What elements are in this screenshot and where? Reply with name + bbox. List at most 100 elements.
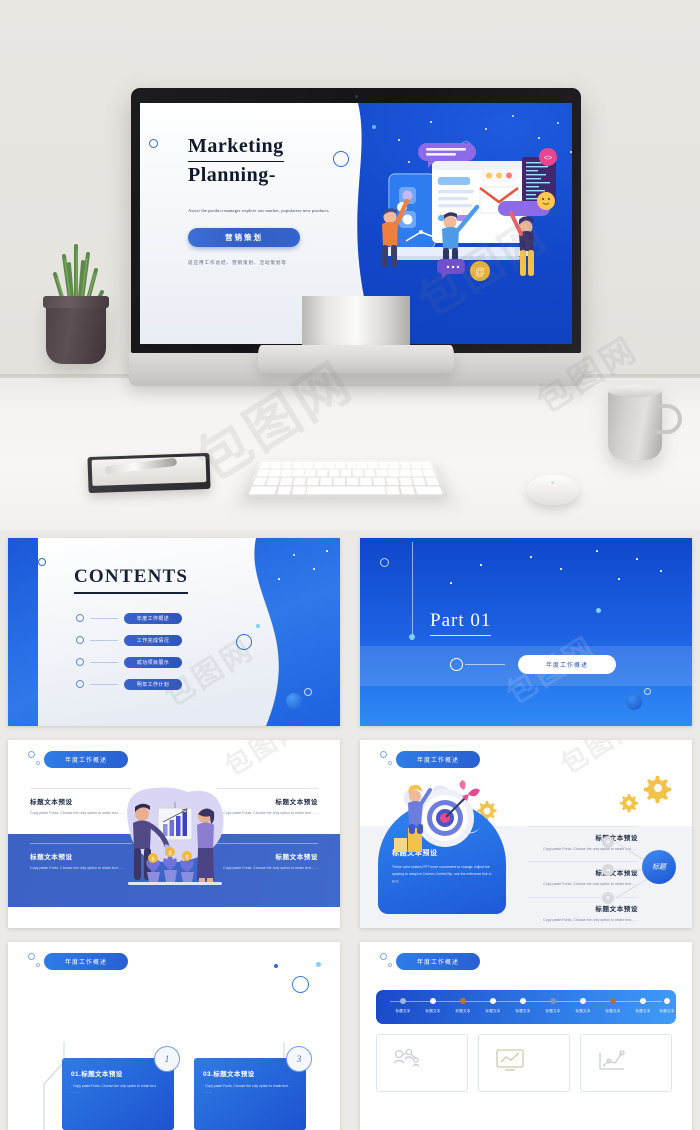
connector-line [90,683,118,685]
target-illustration [390,776,486,858]
timeline-label: 标题文本 [395,1009,411,1013]
card-2-badge: 3 [286,1046,312,1072]
slide-thumb-target[interactable]: 年度工作概述 标题文本预设 These color makes PPT more… [360,740,692,928]
contents-item[interactable]: 工作完成情况 [76,630,182,650]
part-pill-label[interactable]: 年度工作概述 [518,655,616,674]
timeline-point[interactable] [664,998,670,1004]
card-1[interactable]: 01.标题文本预设 · Copy paste Fonts. Choose the… [62,1058,174,1130]
timeline-point[interactable] [520,998,526,1004]
mouse[interactable] [527,475,579,505]
decor-dot [286,693,302,709]
timeline-label: 标题文本 [545,1009,561,1013]
connector-line [90,617,118,619]
hero-subtitle: Assist the product manager explore our m… [188,208,330,213]
contents-item-label: 年度工作概述 [124,612,182,624]
bullet-circle-icon [76,614,84,622]
timeline-bar: 标题文本 标题文本 标题文本 标题文本 标题文本 标题文本 标题文本 标题文本 … [376,990,676,1024]
hero-cta-button[interactable]: 营销策划 [188,228,300,248]
people-network-icon [393,1048,420,1067]
connector-line [90,639,118,641]
header-circle-icon [28,953,35,960]
divider [30,843,132,844]
divider [30,788,132,789]
section-header-pill[interactable]: 年度工作概述 [44,953,128,970]
part-connector [465,664,505,665]
part-circle-icon [450,658,463,671]
header-circle-small-icon [388,963,392,967]
blob-body: These color makes PPT more convenient to… [392,865,492,884]
decor-dot [256,624,260,628]
quad-block-bl: 标题文本预设 Copy paste Fonts. Choose the only… [30,843,132,871]
potted-plant [38,244,114,386]
timeline-label: 标题文本 [455,1009,471,1013]
timeline-point[interactable] [400,998,406,1004]
section-header-pill[interactable]: 年度工作概述 [396,751,480,768]
timeline-point[interactable] [550,998,556,1004]
quad-block-tl: 标题文本预设 Copy paste Fonts. Choose the only… [30,788,132,816]
part-vertical-line [412,542,413,638]
decor-ring-3 [333,151,349,167]
webcam-icon [354,95,358,98]
decor-ring [236,634,252,650]
timeline-point[interactable] [640,998,646,1004]
contents-title: CONTENTS [74,566,188,594]
decor-ring [644,688,651,695]
contents-item[interactable]: 年度工作概述 [76,608,182,628]
monitor-stand-neck [302,296,410,348]
hero-title-line2: Planning- [188,164,276,186]
block-body: Copy paste Fonts. Choose the only option… [223,811,318,815]
contents-list: 年度工作概述 工作完成情况 成功项目展示 明年工作计划 [76,608,182,696]
decor-ring [292,976,309,993]
slide-thumb-cards[interactable]: 年度工作概述 01.标题文本预设 · Copy paste Fonts. Cho… [8,942,340,1130]
info-box-2[interactable] [478,1034,570,1092]
keyboard[interactable] [243,459,449,498]
slide-thumb-part01[interactable]: Part 01 年度工作概述 包图网 [360,538,692,726]
card-2[interactable]: 03.标题文本预设 · Copy paste Fonts. Choose the… [194,1058,306,1130]
decor-dot [274,964,278,968]
header-circle-icon [380,953,387,960]
block-title: 标题文本预设 [275,854,318,861]
slide-thumb-timeline[interactable]: 年度工作概述 标题文本 标题文本 标题文本 标题文本 标题文本 标题文本 标题文… [360,942,692,1130]
watermark: 包图网 [219,740,310,782]
header-circle-small-icon [36,761,40,765]
decor-dot [316,962,321,967]
timeline-point[interactable] [610,998,616,1004]
timeline-point[interactable] [580,998,586,1004]
chart-screen-icon [496,1049,524,1071]
svg-text:$: $ [169,851,172,857]
contents-item[interactable]: 明年工作计划 [76,674,182,694]
card-body: · Copy paste Fonts. Choose the only opti… [71,1084,157,1095]
timeline-label: 标题文本 [659,1009,675,1013]
growth-graph-icon [599,1050,625,1070]
timeline-point[interactable] [460,998,466,1004]
header-circle-small-icon [36,963,40,967]
card-title: 01.标题文本预设 [71,1071,123,1078]
target-hub-label[interactable]: 标题 [642,850,676,884]
block-title: 标题文本预设 [275,799,318,806]
hero-note: 适应用工作总结、营销策划、活动策划等 [188,260,287,266]
bullet-circle-icon [76,680,84,688]
timeline-label: 标题文本 [515,1009,531,1013]
quad-block-tr: 标题文本预设 Copy paste Fonts. Choose the only… [216,788,318,816]
part-line-dot [409,634,415,640]
divider [216,843,318,844]
part-title: Part 01 [430,610,491,636]
decor-ring [38,558,46,566]
desk-scene: <> @ Marketing Planning- Assist the prod… [0,0,700,530]
quad-block-br: 标题文本预设 Copy paste Fonts. Choose the only… [216,843,318,871]
hero-title-line1: Marketing [188,133,284,162]
svg-text:$: $ [152,857,155,863]
contents-item[interactable]: 成功项目展示 [76,652,182,672]
timeline-point[interactable] [490,998,496,1004]
bullet-circle-icon [76,636,84,644]
slide-thumb-quad-text[interactable]: 年度工作概述 标题文本预设 Copy paste Fonts. Choose t… [8,740,340,928]
section-header-pill[interactable]: 年度工作概述 [44,751,128,768]
decor-ring [304,688,312,696]
timeline-point[interactable] [430,998,436,1004]
slide-thumbnail-grid: CONTENTS 年度工作概述 工作完成情况 成功项目展示 明年工作计划 Par… [0,530,700,1130]
info-box-3[interactable] [580,1034,672,1092]
slide-thumb-contents[interactable]: CONTENTS 年度工作概述 工作完成情况 成功项目展示 明年工作计划 [8,538,340,726]
mug-rim [608,385,662,397]
info-box-1[interactable] [376,1034,468,1092]
section-header-pill[interactable]: 年度工作概述 [396,953,480,970]
